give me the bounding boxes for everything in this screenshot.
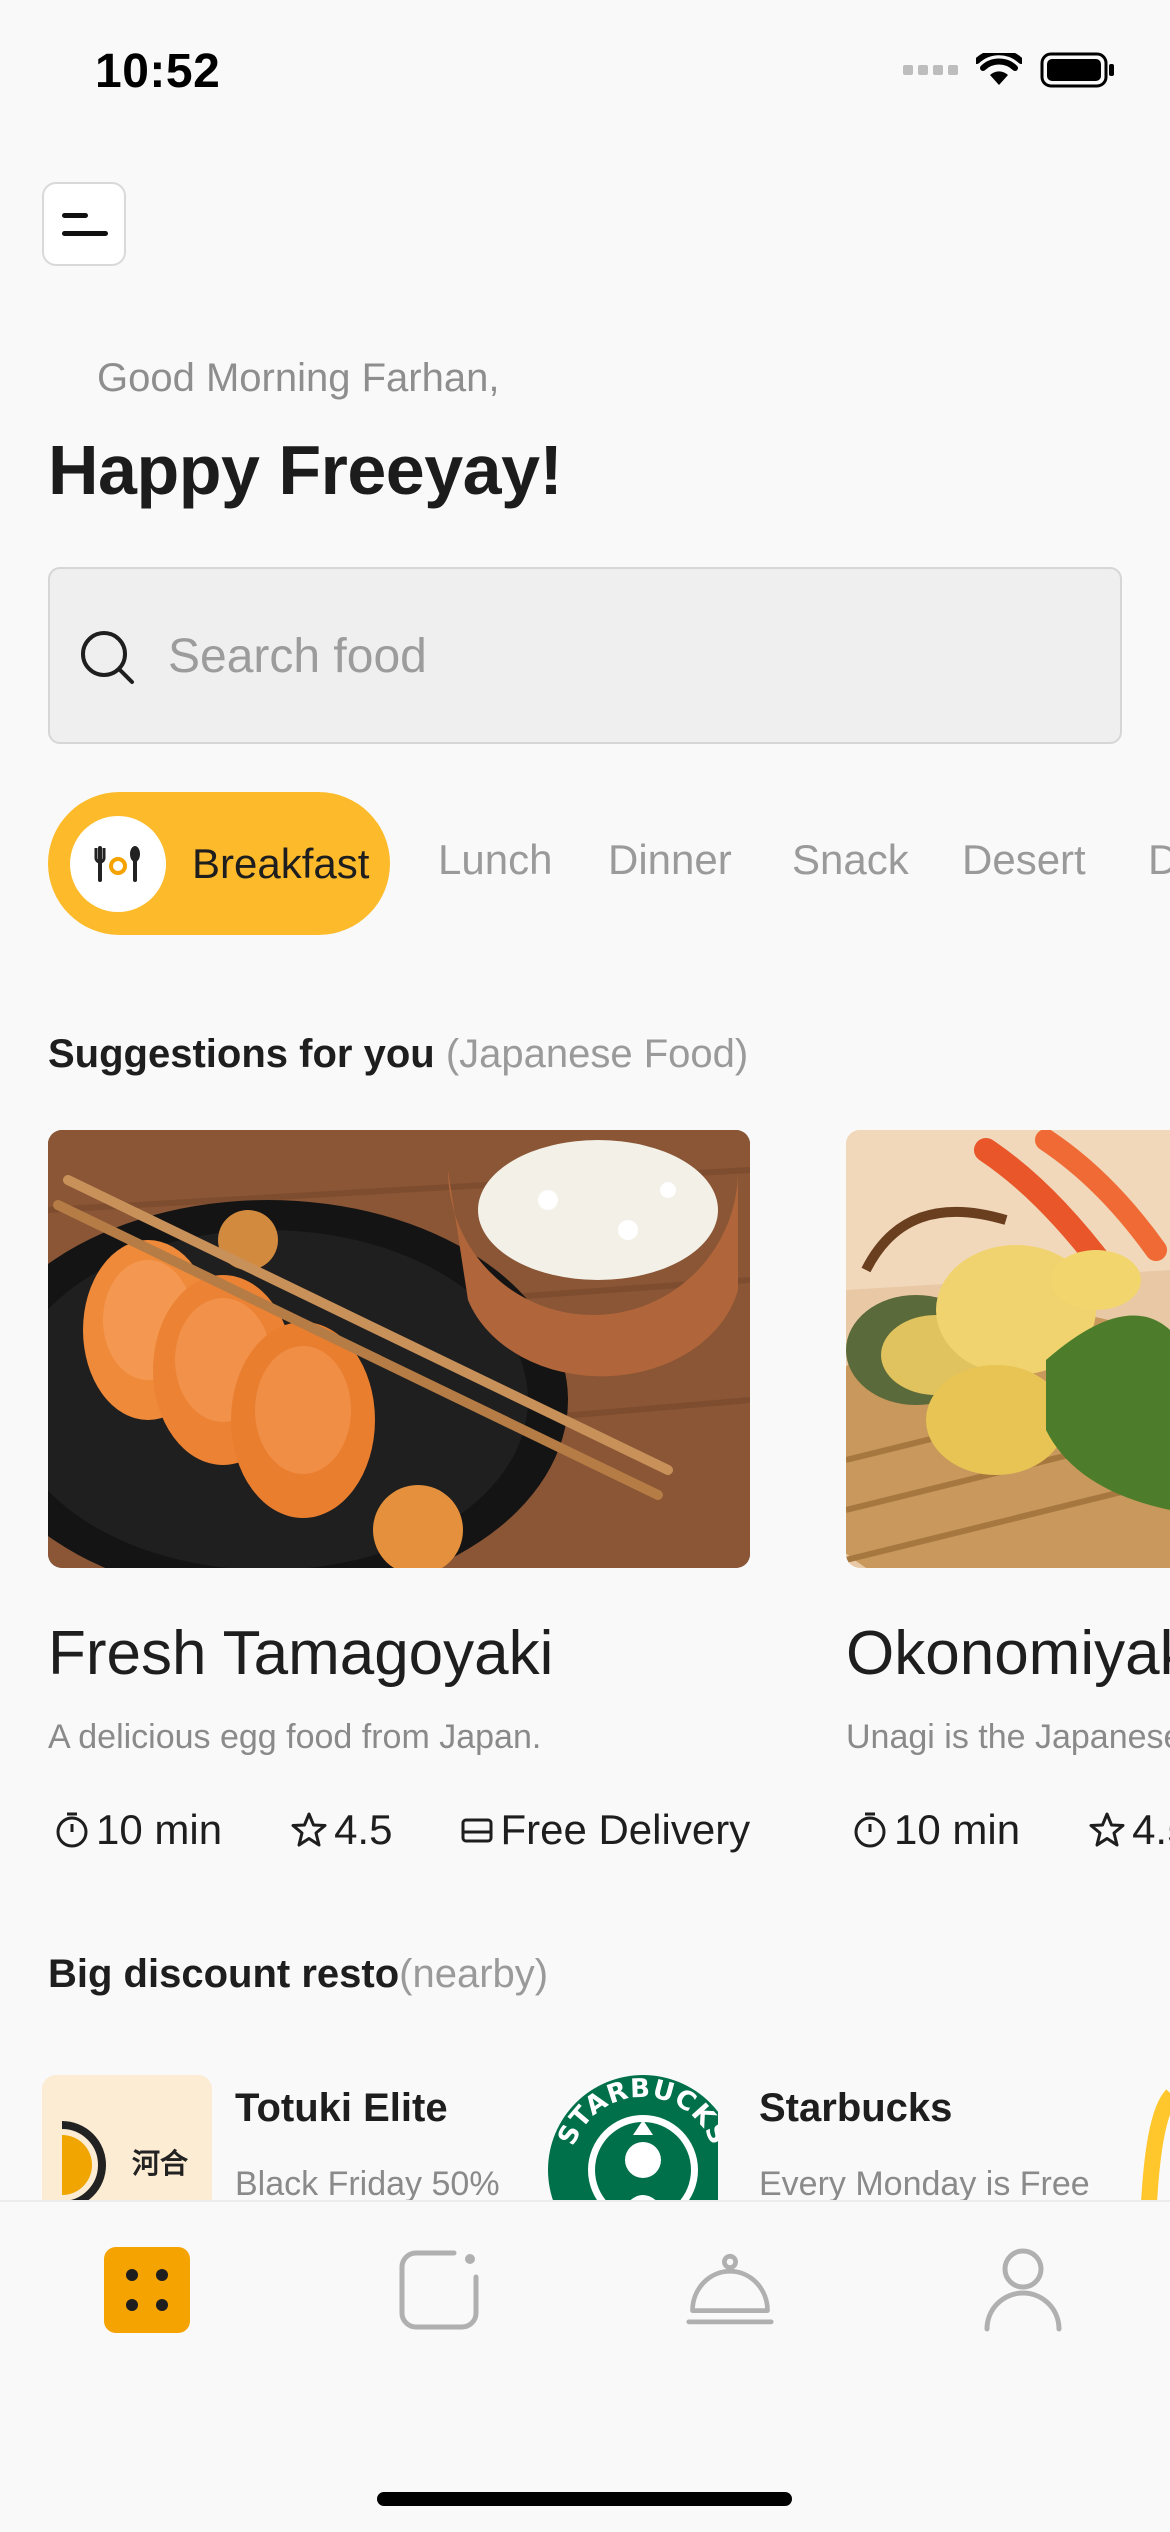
wifi-icon <box>976 53 1022 85</box>
menu-icon <box>62 213 88 218</box>
suggestions-heading: Suggestions for you (Japanese Food) <box>48 1032 749 1076</box>
time-value: 10 min <box>96 1806 223 1853</box>
battery-icon <box>1040 52 1114 88</box>
food-desc: A delicious egg food from Japan. <box>48 1718 542 1756</box>
search-bar[interactable] <box>48 567 1122 744</box>
category-more[interactable]: D <box>1148 836 1170 884</box>
star-icon <box>291 1812 327 1847</box>
discount-heading: Big discount resto(nearby) <box>48 1952 549 1996</box>
menu-button[interactable] <box>42 182 126 266</box>
resto-name[interactable]: Totuki Elite <box>235 2086 448 2131</box>
food-meta: 10 min 4.5 Free Delivery <box>54 1806 818 1854</box>
resto-desc: Black Friday 50% <box>235 2165 500 2203</box>
rating-info: 4.5 <box>1088 1806 1170 1854</box>
resto-name[interactable]: Starbucks <box>759 2086 952 2131</box>
time-info: 10 min <box>54 1806 222 1854</box>
time-value: 10 min <box>894 1806 1021 1853</box>
food-meta: 10 min 4.5 <box>852 1806 1170 1854</box>
category-label: Breakfast <box>192 839 370 887</box>
category-desert[interactable]: Desert <box>962 836 1086 884</box>
profile-icon <box>984 2248 1062 2332</box>
food-desc: Unagi is the Japanese <box>846 1718 1170 1756</box>
rating-value: 4.5 <box>334 1806 393 1853</box>
timer-icon <box>56 1812 88 1848</box>
delivery-box-icon <box>461 1818 493 1843</box>
tamagoyaki-image[interactable] <box>48 1130 750 1568</box>
page-title: Happy Freeyay! <box>48 431 563 509</box>
resto-desc: Every Monday is Free <box>759 2165 1090 2203</box>
greeting-text: Good Morning Farhan, <box>97 356 500 400</box>
discount-subtitle: (nearby) <box>399 1952 549 1996</box>
category-lunch[interactable]: Lunch <box>438 836 552 884</box>
timer-icon <box>854 1812 886 1848</box>
category-snack[interactable]: Snack <box>792 836 909 884</box>
star-icon <box>1089 1812 1125 1847</box>
tab-home[interactable] <box>102 2245 192 2335</box>
home-indicator[interactable] <box>377 2492 792 2506</box>
tab-notes[interactable] <box>394 2245 484 2335</box>
delivery-value: Free Delivery <box>500 1806 751 1853</box>
category-dinner[interactable]: Dinner <box>608 836 732 884</box>
svg-text:河合: 河合 <box>132 2147 189 2180</box>
suggestions-subtitle: (Japanese Food) <box>445 1032 749 1076</box>
time-info: 10 min <box>852 1806 1020 1854</box>
rating-value: 4.5 <box>1132 1806 1170 1853</box>
status-icons <box>903 52 1116 88</box>
tab-orders[interactable] <box>685 2245 775 2335</box>
search-icon <box>81 631 134 684</box>
category-breakfast[interactable]: Breakfast <box>48 792 390 935</box>
status-time: 10:52 <box>95 45 221 98</box>
home-screen: 10:52 Good Morning Farhan, Happy Freeyay… <box>0 0 1170 2532</box>
notes-icon <box>399 2250 479 2330</box>
search-input[interactable] <box>168 609 1068 704</box>
utensils-icon <box>70 815 166 912</box>
tab-profile[interactable] <box>978 2245 1068 2335</box>
okonomiyaki-image[interactable] <box>846 1130 1170 1568</box>
delivery-info: Free Delivery <box>460 1806 750 1854</box>
cellular-signal-icon <box>903 65 958 75</box>
food-name[interactable]: Okonomiyak <box>846 1618 1170 1689</box>
rating-info: 4.5 <box>290 1806 392 1854</box>
home-grid-icon <box>104 2247 190 2333</box>
food-name[interactable]: Fresh Tamagoyaki <box>48 1618 553 1689</box>
cloche-icon <box>686 2253 774 2325</box>
